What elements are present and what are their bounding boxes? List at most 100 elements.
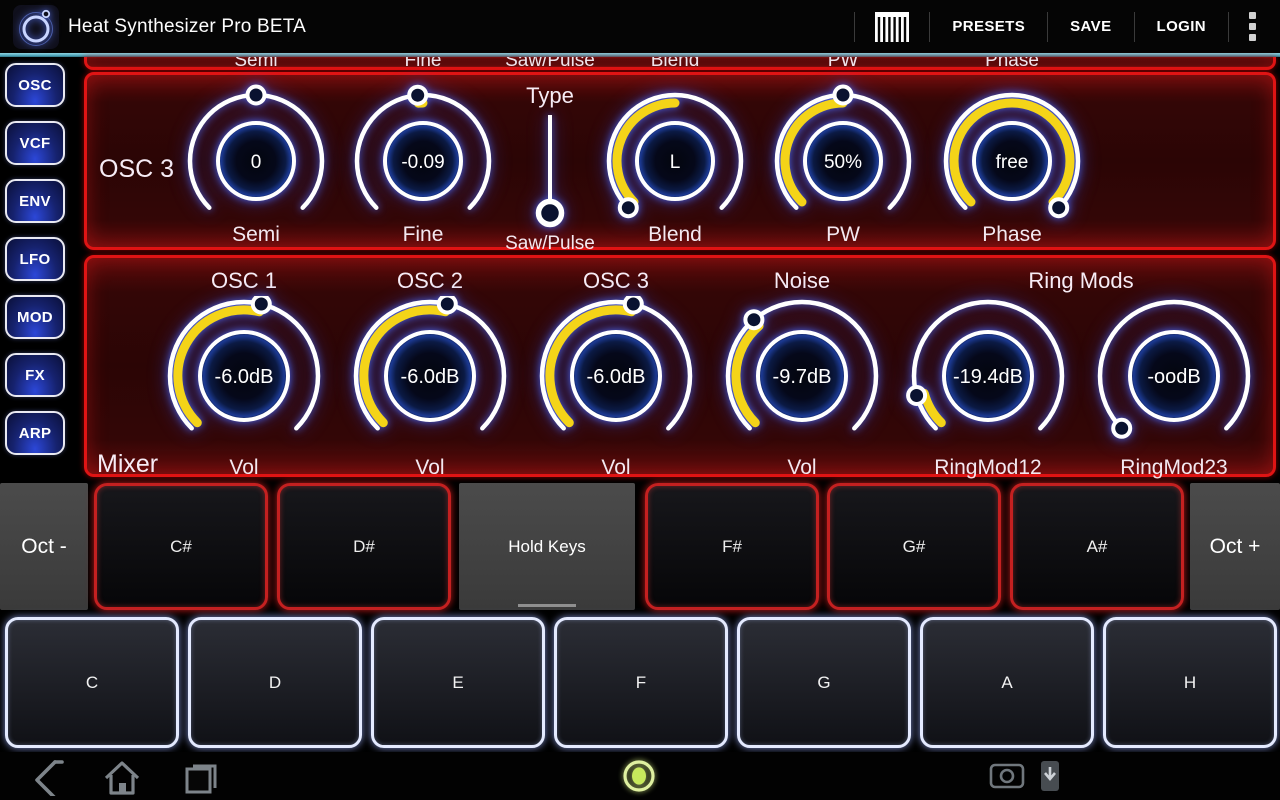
knob-label: PW	[763, 223, 923, 247]
key-g[interactable]: G	[737, 617, 911, 748]
sidebar-item-vcf[interactable]: VCF	[5, 121, 65, 165]
knob-ringmod23[interactable]: -oodB RingMod23	[1081, 258, 1267, 480]
sidebar-item-arp[interactable]: ARP	[5, 411, 65, 455]
knob-osc3-vol[interactable]: OSC 3 -6.0dB Vol	[523, 258, 709, 480]
sidebar-item-mod[interactable]: MOD	[5, 295, 65, 339]
knob-header: OSC 3	[523, 268, 709, 294]
app-title: Heat Synthesizer Pro BETA	[68, 16, 306, 38]
back-icon[interactable]	[24, 756, 64, 796]
knob-dial[interactable]: L	[595, 83, 755, 235]
slider-track[interactable]	[520, 111, 580, 233]
knob-ringmod12[interactable]: -19.4dB RingMod12	[895, 258, 1081, 480]
sidebar-item-fx[interactable]: FX	[5, 353, 65, 397]
knob-dial[interactable]: -oodB	[1081, 296, 1267, 456]
key-d[interactable]: D	[188, 617, 362, 748]
svg-text:50%: 50%	[824, 152, 862, 173]
knob-fine[interactable]: -0.09 Fine	[343, 75, 503, 253]
svg-text:L: L	[670, 152, 681, 173]
type-slider[interactable]: Type Saw/Pulse	[490, 75, 610, 253]
hold-keys-indicator	[518, 604, 576, 607]
svg-text:-9.7dB: -9.7dB	[773, 366, 832, 388]
octave-down-button[interactable]: Oct -	[0, 483, 88, 610]
slider-handle	[539, 202, 562, 225]
key-e[interactable]: E	[371, 617, 545, 748]
hold-keys-label: Hold Keys	[508, 537, 585, 557]
piano-keyboard-button[interactable]	[855, 0, 929, 53]
key-f-sharp[interactable]: F#	[645, 483, 819, 610]
key-a[interactable]: A	[920, 617, 1094, 748]
knob-dial[interactable]: -19.4dB	[895, 296, 1081, 456]
knob-osc1-vol[interactable]: OSC 1 -6.0dB Vol	[151, 258, 337, 480]
sidebar: OSC VCF ENV LFO MOD FX ARP	[0, 57, 84, 480]
knob-pw[interactable]: 50% PW	[763, 75, 923, 253]
panel-scroll-area[interactable]: Semi Fine Saw/Pulse Blend PW Phase OSC 3…	[84, 57, 1276, 480]
login-button[interactable]: LOGIN	[1135, 0, 1229, 53]
knob-dial[interactable]: -6.0dB	[523, 296, 709, 456]
knob-label: Fine	[343, 223, 503, 247]
save-button[interactable]: SAVE	[1048, 0, 1133, 53]
osc3-panel: OSC 3 0 Semi -0.09 Fine Type Saw/Pulse	[84, 72, 1276, 250]
svg-text:-oodB: -oodB	[1147, 366, 1200, 388]
knob-dial[interactable]: -6.0dB	[337, 296, 523, 456]
key-c[interactable]: C	[5, 617, 179, 748]
knob-blend[interactable]: L Blend	[595, 75, 755, 253]
black-key-row: Oct - C# D# Hold Keys F# G# A# Oct +	[0, 483, 1280, 610]
download-icon[interactable]	[1040, 760, 1060, 792]
action-bar: Heat Synthesizer Pro BETA PRESETS SAVE	[0, 0, 1280, 53]
knob-noise-vol[interactable]: Noise -9.7dB Vol	[709, 258, 895, 480]
knob-dial[interactable]: -9.7dB	[709, 296, 895, 456]
knob-label: RingMod23	[1081, 456, 1267, 480]
clipped-label: Phase	[942, 57, 1082, 70]
knob-dial[interactable]: 50%	[763, 83, 923, 235]
hold-keys-button[interactable]: Hold Keys	[459, 483, 635, 610]
svg-text:-6.0dB: -6.0dB	[401, 366, 460, 388]
sidebar-item-lfo[interactable]: LFO	[5, 237, 65, 281]
slider-bottom-label: Saw/Pulse	[490, 233, 610, 255]
knob-semi[interactable]: 0 Semi	[176, 75, 336, 253]
knob-dial[interactable]: 0	[176, 83, 336, 235]
app-logo-icon[interactable]	[13, 5, 59, 49]
knob-osc2-vol[interactable]: OSC 2 -6.0dB Vol	[337, 258, 523, 480]
knob-label: Semi	[176, 223, 336, 247]
key-c-sharp[interactable]: C#	[94, 483, 268, 610]
screenshot-camera-icon[interactable]	[988, 760, 1026, 792]
svg-text:-6.0dB: -6.0dB	[215, 366, 274, 388]
knob-label: RingMod12	[895, 456, 1081, 480]
presets-button[interactable]: PRESETS	[930, 0, 1047, 53]
knob-header: Noise	[709, 268, 895, 294]
key-f[interactable]: F	[554, 617, 728, 748]
octave-up-button[interactable]: Oct +	[1190, 483, 1280, 610]
sidebar-item-osc[interactable]: OSC	[5, 63, 65, 107]
knob-label: Phase	[932, 223, 1092, 247]
osc2-panel-clipped: Semi Fine Saw/Pulse Blend PW Phase	[84, 57, 1276, 70]
knob-header: OSC 2	[337, 268, 523, 294]
overflow-menu-icon[interactable]	[1229, 0, 1272, 53]
knob-header: OSC 1	[151, 268, 337, 294]
recents-icon[interactable]	[180, 756, 222, 796]
knob-label: Blend	[595, 223, 755, 247]
white-key-row: C D E F G A H	[0, 617, 1280, 748]
knob-phase[interactable]: free Phase	[932, 75, 1092, 253]
knob-dial[interactable]: -6.0dB	[151, 296, 337, 456]
knob-dial[interactable]: free	[932, 83, 1092, 235]
svg-text:-0.09: -0.09	[401, 152, 444, 173]
knob-label: Vol	[337, 456, 523, 480]
system-navbar: TEGRA 3 .ru	[0, 752, 1280, 800]
clipped-label: Fine	[353, 57, 493, 70]
key-g-sharp[interactable]: G#	[827, 483, 1001, 610]
svg-text:-6.0dB: -6.0dB	[587, 366, 646, 388]
clipped-label: Semi	[186, 57, 326, 70]
clipped-label: Blend	[605, 57, 745, 70]
panel-title: OSC 3	[99, 155, 174, 184]
key-d-sharp[interactable]: D#	[277, 483, 451, 610]
home-icon[interactable]	[100, 756, 144, 796]
knob-dial[interactable]: -0.09	[343, 83, 503, 235]
clipped-label: Saw/Pulse	[480, 57, 620, 70]
slider-top-label: Type	[490, 83, 610, 109]
key-h[interactable]: H	[1103, 617, 1277, 748]
mixer-panel: Mixer Ring Mods OSC 1 -6.0dB Vol OSC 2 -…	[84, 255, 1276, 477]
record-indicator[interactable]	[620, 757, 658, 795]
key-a-sharp[interactable]: A#	[1010, 483, 1184, 610]
main-area: OSC VCF ENV LFO MOD FX ARP Semi Fine Saw…	[0, 57, 1280, 480]
sidebar-item-env[interactable]: ENV	[5, 179, 65, 223]
